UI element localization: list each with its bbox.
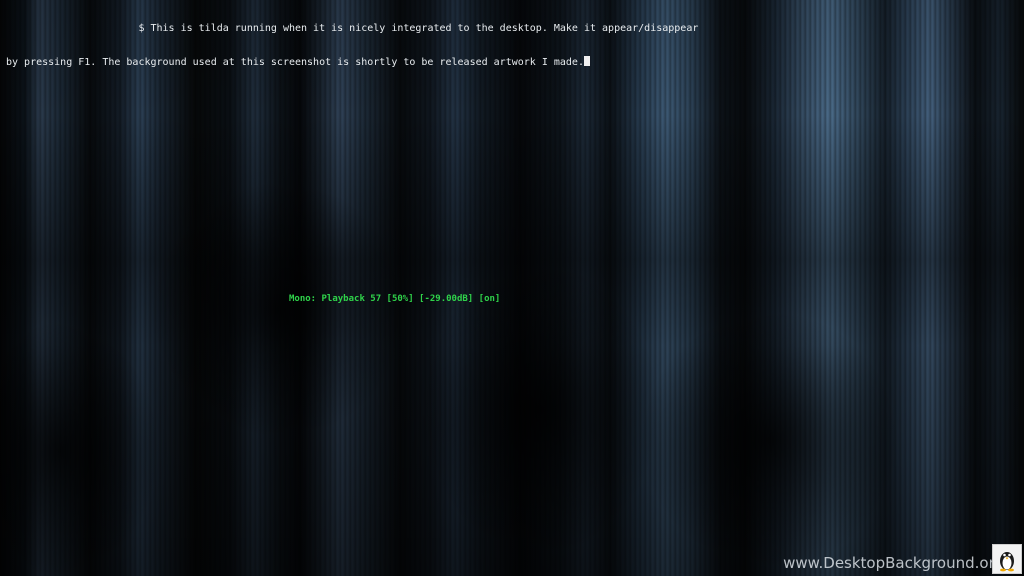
penguin-icon	[992, 544, 1022, 574]
desktop-background: $ This is tilda running when it is nicel…	[0, 0, 1024, 576]
terminal-cursor	[583, 56, 590, 66]
terminal-command-text: $ This is tilda running when it is nicel…	[138, 23, 699, 34]
wallpaper-shadow	[640, 310, 900, 570]
tilda-terminal[interactable]: $ This is tilda running when it is nicel…	[6, 1, 1006, 89]
wallpaper-shadow	[420, 260, 660, 560]
prompt-user-host	[6, 23, 138, 34]
wallpaper-shadow	[150, 180, 410, 440]
terminal-line: by pressing F1. The background used at t…	[6, 56, 1006, 68]
volume-status-text: Mono: Playback 57 [50%] [-29.00dB] [on]	[289, 294, 501, 304]
watermark-text: www.DesktopBackground.org	[783, 554, 1004, 572]
terminal-line: $ This is tilda running when it is nicel…	[6, 23, 1006, 34]
terminal-output-text: by pressing F1. The background used at t…	[6, 57, 584, 68]
